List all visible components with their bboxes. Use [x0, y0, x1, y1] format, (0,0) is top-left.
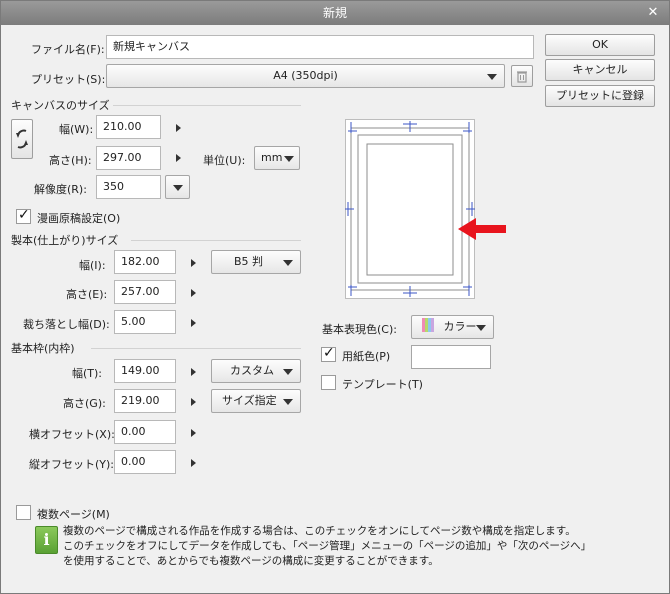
binding-width-play-icon[interactable] [191, 259, 196, 267]
canvas-width-play-icon[interactable] [176, 124, 181, 132]
paper-color-checkbox[interactable]: ✓ [321, 345, 336, 362]
cancel-button[interactable]: キャンセル [545, 59, 655, 81]
offset-y-input[interactable]: 0.00 [114, 450, 176, 474]
frame-height-play-icon[interactable] [191, 398, 196, 406]
color-swatch-icon [422, 318, 434, 332]
checkmark-icon: ✓ [323, 345, 335, 361]
chevron-down-icon [487, 74, 497, 80]
binding-width-label: 幅(I): [79, 259, 106, 272]
offset-y-play-icon[interactable] [191, 459, 196, 467]
binding-size-title: 製本(仕上がり)サイズ [11, 234, 119, 247]
canvas-preview [345, 119, 475, 299]
frame-title: 基本枠(内枠) [11, 342, 75, 355]
frame-height-label: 高さ(G): [63, 397, 106, 410]
chevron-down-icon [283, 260, 293, 266]
frame-width-label: 幅(T): [72, 367, 103, 380]
section-divider [113, 105, 301, 106]
info-text-line-1: 複数のページで構成される作品を作成する場合は、このチェックをオンにしてページ数や… [63, 525, 576, 537]
manga-setting-checkbox[interactable]: ✓ [16, 207, 31, 224]
offset-x-play-icon[interactable] [191, 429, 196, 437]
manga-setting-label: 漫画原稿設定(O) [37, 212, 121, 225]
red-arrow-icon [458, 218, 506, 240]
canvas-width-input[interactable]: 210.00 [96, 115, 161, 139]
frame-width-preset-value: カスタム [230, 364, 274, 377]
canvas-size-title: キャンバスのサイズ [11, 99, 110, 112]
frame-width-input[interactable]: 149.00 [114, 359, 176, 383]
binding-preset-dropdown[interactable]: B5 判 [211, 250, 301, 274]
multi-page-checkbox[interactable] [16, 505, 31, 520]
binding-preset-value: B5 判 [234, 255, 264, 268]
offset-x-input[interactable]: 0.00 [114, 420, 176, 444]
binding-height-play-icon[interactable] [191, 289, 196, 297]
new-canvas-dialog: 新規 ✕ ファイル名(F): 新規キャンバス プリセット(S): A4 (350… [0, 0, 670, 594]
template-label: テンプレート(T) [342, 378, 423, 391]
binding-width-input[interactable]: 182.00 [114, 250, 176, 274]
file-name-label: ファイル名(F): [31, 43, 105, 56]
ok-button[interactable]: OK [545, 34, 655, 56]
delete-preset-button[interactable] [511, 65, 533, 87]
info-text-line-2: このチェックをオフにしてデータを作成しても、「ページ管理」メニューの「ページの追… [63, 540, 592, 552]
chevron-down-icon [283, 399, 293, 405]
unit-value: mm [261, 151, 283, 164]
canvas-width-label: 幅(W): [59, 123, 94, 136]
paper-color-label: 用紙色(P) [342, 350, 391, 363]
rotate-icon [16, 129, 28, 149]
section-divider [131, 240, 301, 241]
close-icon[interactable]: ✕ [647, 6, 659, 19]
color-mode-label: 基本表現色(C): [322, 323, 397, 336]
canvas-height-input[interactable]: 297.00 [96, 146, 161, 170]
frame-height-preset-dropdown[interactable]: サイズ指定 [211, 389, 301, 413]
resolution-label: 解像度(R): [34, 183, 87, 196]
trash-icon [517, 71, 527, 83]
template-checkbox[interactable] [321, 375, 336, 390]
chevron-down-icon [284, 156, 294, 162]
file-name-input[interactable]: 新規キャンバス [106, 35, 534, 59]
info-icon: i [35, 526, 58, 554]
frame-width-play-icon[interactable] [191, 368, 196, 376]
binding-height-label: 高さ(E): [66, 288, 108, 301]
preset-dropdown[interactable]: A4 (350dpi) [106, 64, 505, 88]
multi-page-label: 複数ページ(M) [37, 508, 110, 521]
bleed-label: 裁ち落とし幅(D): [23, 318, 110, 331]
section-divider [91, 348, 301, 349]
chevron-down-icon [283, 369, 293, 375]
chevron-down-icon [476, 325, 486, 331]
unit-label: 単位(U): [203, 154, 246, 167]
canvas-height-play-icon[interactable] [176, 154, 181, 162]
preset-value: A4 (350dpi) [273, 69, 338, 82]
unit-dropdown[interactable]: mm [254, 146, 300, 170]
frame-height-input[interactable]: 219.00 [114, 389, 176, 413]
color-mode-dropdown[interactable]: カラー [411, 315, 494, 339]
frame-width-preset-dropdown[interactable]: カスタム [211, 359, 301, 383]
color-mode-value: カラー [443, 320, 477, 333]
dialog-title: 新規 [322, 6, 347, 20]
info-text-line-3: を使用することで、あとからでも複数ページの構成に変更することができます。 [63, 555, 439, 567]
offset-y-label: 縦オフセット(Y): [29, 458, 115, 471]
chevron-down-icon [173, 185, 183, 191]
swap-orientation-button[interactable] [11, 119, 33, 159]
frame-height-preset-value: サイズ指定 [222, 394, 277, 407]
canvas-height-label: 高さ(H): [49, 154, 92, 167]
binding-height-input[interactable]: 257.00 [114, 280, 176, 304]
resolution-dropdown[interactable] [165, 175, 190, 199]
register-preset-button[interactable]: プリセットに登録 [545, 85, 655, 107]
paper-color-swatch[interactable] [411, 345, 491, 369]
offset-x-label: 横オフセット(X): [29, 428, 115, 441]
bleed-input[interactable]: 5.00 [114, 310, 176, 334]
title-bar: 新規 ✕ [1, 1, 669, 25]
preset-label: プリセット(S): [31, 73, 106, 86]
checkmark-icon: ✓ [18, 207, 30, 223]
resolution-input[interactable]: 350 [96, 175, 161, 199]
bleed-play-icon[interactable] [191, 319, 196, 327]
